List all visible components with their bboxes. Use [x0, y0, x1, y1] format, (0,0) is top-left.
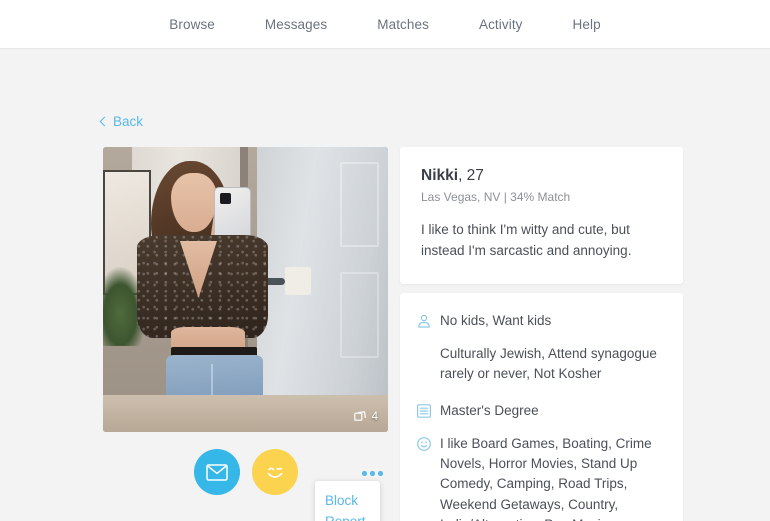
document-icon: [417, 403, 432, 418]
nav-item-messages[interactable]: Messages: [265, 17, 327, 32]
detail-religion-text: Culturally Jewish, Attend synagogue rare…: [440, 346, 657, 382]
detail-row-interests: I like Board Games, Boating, Crime Novel…: [416, 434, 662, 521]
envelope-icon: [205, 463, 228, 481]
chevron-left-icon: [99, 116, 110, 127]
profile-page: Back 4 Block Nikki, 27 Las Vegas, NV | 3…: [0, 49, 770, 521]
detail-row-religion: Culturally Jewish, Attend synagogue rare…: [416, 344, 662, 385]
detail-interests-text: I like Board Games, Boating, Crime Novel…: [440, 435, 652, 521]
menu-item-report[interactable]: Report: [315, 511, 380, 521]
photo-counter: [103, 394, 388, 432]
profile-photo-column: 4: [103, 147, 388, 432]
ellipsis-icon-dot-2: [370, 471, 375, 476]
detail-education-text: Master's Degree: [440, 402, 539, 418]
profile-location-match: Las Vegas, NV | 34% Match: [421, 190, 571, 204]
more-options-menu: Block Report: [315, 481, 380, 521]
back-label: Back: [113, 114, 144, 129]
smiley-icon: [417, 436, 431, 451]
top-navigation-bar: Browse Messages Matches Activity Help: [0, 0, 770, 49]
back-link[interactable]: Back: [99, 114, 144, 129]
nav-item-help[interactable]: Help: [573, 17, 601, 32]
photo-count-badge: 4: [353, 411, 378, 423]
photo-count-label: 4: [371, 411, 378, 423]
profile-photo[interactable]: 4: [103, 147, 388, 432]
photo-door-panel-bottom: [339, 272, 379, 358]
detail-kids-text: No kids, Want kids: [440, 312, 552, 328]
detail-row-kids: No kids, Want kids: [416, 311, 662, 331]
photo-door-right: [256, 147, 388, 398]
menu-item-block[interactable]: Block: [315, 490, 380, 511]
nav-item-activity[interactable]: Activity: [479, 17, 523, 32]
profile-summary-card: Nikki, 27 Las Vegas, NV | 34% Match I li…: [400, 147, 683, 284]
ellipsis-icon-dot-1: [362, 471, 367, 476]
send-flirt-button[interactable]: [251, 449, 298, 495]
photo-door-panel-top: [339, 162, 379, 248]
photo-light-switch: [285, 266, 312, 296]
profile-info-column: Nikki, 27 Las Vegas, NV | 34% Match I li…: [400, 147, 683, 521]
photo-phone-camera: [219, 192, 232, 204]
profile-age: , 27: [458, 167, 484, 184]
send-message-button[interactable]: [193, 449, 240, 495]
nav-item-browse[interactable]: Browse: [169, 17, 215, 32]
photo-stack-icon: [353, 411, 366, 421]
profile-details-card: No kids, Want kids Culturally Jewish, At…: [400, 292, 683, 521]
profile-bio: I like to think I'm witty and cute, but …: [421, 222, 632, 258]
ellipsis-icon-dot-3: [378, 471, 383, 476]
profile-name: Nikki: [421, 167, 459, 184]
detail-row-education: Master's Degree: [416, 401, 662, 421]
more-options-button[interactable]: [357, 466, 388, 481]
wink-smiley-icon: [267, 467, 282, 478]
profile-name-line: Nikki, 27: [421, 167, 662, 185]
person-icon: [418, 314, 430, 328]
nav-item-matches[interactable]: Matches: [377, 17, 429, 32]
